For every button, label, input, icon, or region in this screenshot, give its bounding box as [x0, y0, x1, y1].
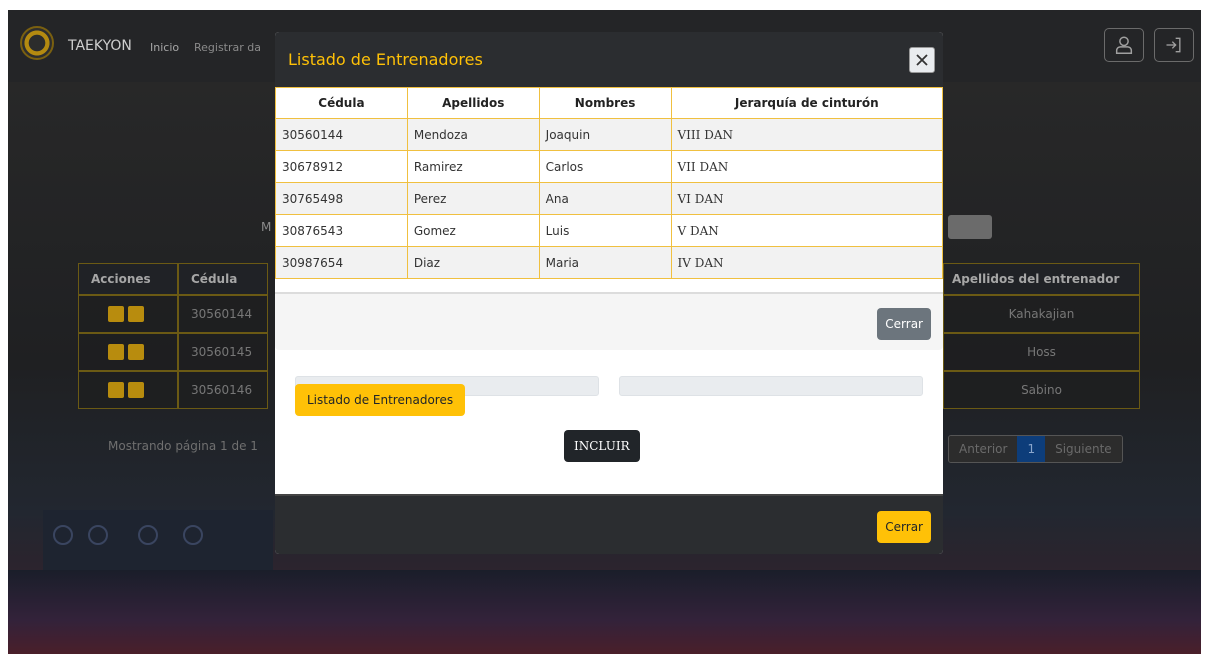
cell-jerarquia: IV DAN	[670, 246, 943, 279]
bg-row-actions	[78, 333, 178, 371]
bg-cell-apellido: Hoss	[943, 333, 1140, 371]
col-cedula: Cédula	[275, 87, 408, 119]
trash-icon[interactable]	[128, 344, 144, 360]
cell-cedula: 30678912	[275, 150, 408, 183]
trainers-close-button[interactable]: Cerrar	[877, 308, 931, 340]
table-row[interactable]: 30765498 Perez Ana VI DAN	[275, 182, 943, 215]
cell-apellidos: Diaz	[406, 246, 540, 279]
pager-prev-button[interactable]: Anterior	[949, 436, 1018, 462]
bg-cell-apellido: Kahakajian	[943, 295, 1140, 333]
pager-next-button[interactable]: Siguiente	[1045, 436, 1122, 462]
trainers-list-modal: Listado de Entrenadores Cédula Apellidos…	[275, 32, 943, 350]
pager-page-button[interactable]: 1	[1017, 436, 1046, 462]
trainers-modal-title: Listado de Entrenadores	[288, 50, 483, 69]
trainers-modal-header: Listado de Entrenadores	[275, 32, 943, 87]
incluir-button[interactable]: INCLUIR	[564, 430, 640, 462]
bg-cell-cedula: 30560146	[178, 371, 268, 409]
bg-cell-cedula: 30560144	[178, 295, 268, 333]
edit-icon[interactable]	[108, 382, 124, 398]
cell-jerarquia: VII DAN	[670, 150, 943, 183]
cell-cedula: 30765498	[275, 182, 408, 215]
cell-nombres: Joaquin	[538, 118, 672, 151]
cell-nombres: Ana	[538, 182, 672, 215]
bg-decoration-shelf	[43, 510, 273, 570]
cell-cedula: 30560144	[275, 118, 408, 151]
bg-pagination-info: Mostrando página 1 de 1	[108, 439, 258, 453]
bg-header-apellidos-entrenador[interactable]: Apellidos del entrenador	[943, 263, 1140, 295]
trash-icon[interactable]	[128, 382, 144, 398]
registration-modal-footer: Cerrar	[275, 494, 943, 554]
cell-apellidos: Mendoza	[406, 118, 540, 151]
bg-decoration-disk	[88, 525, 108, 545]
cell-jerarquia: VI DAN	[670, 182, 943, 215]
cell-nombres: Carlos	[538, 150, 672, 183]
edit-icon[interactable]	[108, 306, 124, 322]
cell-cedula: 30876543	[275, 214, 408, 247]
bg-decoration-mat	[8, 570, 1201, 654]
modal-close-button[interactable]	[909, 47, 935, 73]
registration-close-button[interactable]: Cerrar	[877, 511, 931, 543]
logout-button[interactable]	[1154, 28, 1194, 62]
trainers-modal-footer: Cerrar	[275, 292, 943, 350]
cell-jerarquia: VIII DAN	[670, 118, 943, 151]
col-apellidos: Apellidos	[406, 87, 540, 119]
bg-decoration-disk	[138, 525, 158, 545]
bg-header-acciones[interactable]: Acciones	[78, 263, 178, 295]
cell-apellidos: Ramirez	[406, 150, 540, 183]
user-button[interactable]	[1104, 28, 1144, 62]
bg-search-input[interactable]	[948, 215, 992, 239]
cell-cedula: 30987654	[275, 246, 408, 279]
logout-icon	[1166, 37, 1181, 53]
listado-entrenadores-button[interactable]: Listado de Entrenadores	[295, 384, 466, 416]
cell-nombres: Luis	[538, 214, 672, 247]
nav-link-inicio[interactable]: Inicio	[150, 41, 179, 54]
table-row[interactable]: 30987654 Diaz Maria IV DAN	[275, 246, 943, 279]
brand-logo[interactable]	[20, 26, 54, 60]
table-row[interactable]: 30678912 Ramirez Carlos VII DAN	[275, 150, 943, 183]
table-row[interactable]: 30876543 Gomez Luis V DAN	[275, 214, 943, 247]
trainers-table-header: Cédula Apellidos Nombres Jerarquía de ci…	[275, 87, 943, 119]
form-input-right[interactable]	[619, 376, 923, 396]
bg-row-actions	[78, 295, 178, 333]
cell-jerarquia: V DAN	[670, 214, 943, 247]
nav-link-registrar[interactable]: Registrar da	[194, 41, 261, 54]
cell-apellidos: Perez	[406, 182, 540, 215]
edit-icon[interactable]	[108, 344, 124, 360]
user-icon	[1115, 36, 1133, 54]
cell-apellidos: Gomez	[406, 214, 540, 247]
bg-cell-cedula: 30560145	[178, 333, 268, 371]
brand-name[interactable]: TAEKYON	[68, 38, 132, 54]
trainers-table: Cédula Apellidos Nombres Jerarquía de ci…	[275, 87, 943, 279]
trash-icon[interactable]	[128, 306, 144, 322]
bg-label-m: M	[261, 220, 272, 234]
table-row[interactable]: 30560144 Mendoza Joaquin VIII DAN	[275, 118, 943, 151]
col-nombres: Nombres	[538, 87, 672, 119]
bg-header-cedula[interactable]: Cédula	[178, 263, 268, 295]
col-jerarquia: Jerarquía de cinturón	[670, 87, 943, 119]
bg-decoration-disk	[53, 525, 73, 545]
bg-decoration-disk	[183, 525, 203, 545]
bg-pagination: Anterior 1 Siguiente	[948, 435, 1123, 463]
bg-cell-apellido: Sabino	[943, 371, 1140, 409]
cell-nombres: Maria	[538, 246, 672, 279]
close-icon	[916, 54, 928, 66]
bg-row-actions	[78, 371, 178, 409]
